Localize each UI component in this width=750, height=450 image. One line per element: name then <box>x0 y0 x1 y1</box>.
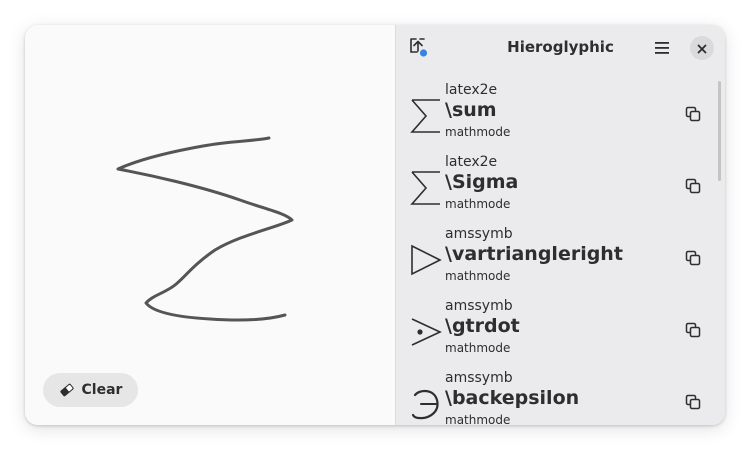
result-command: \sum <box>445 99 497 121</box>
vartriangleright-symbol-icon <box>408 240 444 280</box>
copy-button[interactable] <box>683 106 703 126</box>
result-mode: mathmode <box>445 197 511 211</box>
drawing-canvas[interactable]: Clear <box>25 25 395 425</box>
result-mode: mathmode <box>445 269 511 283</box>
result-row[interactable]: amssymb \backepsilon mathmode <box>396 370 725 425</box>
results-pane: Hieroglyphic latex2e \sum mathmode latex… <box>396 25 725 425</box>
eraser-icon <box>59 382 75 398</box>
result-command: \Sigma <box>445 171 519 193</box>
close-icon <box>697 39 707 58</box>
result-command: \backepsilon <box>445 387 580 409</box>
app-title: Hieroglyphic <box>507 38 614 56</box>
hamburger-menu-icon <box>654 40 670 59</box>
copy-icon <box>685 322 701 342</box>
main-menu-button[interactable] <box>650 37 674 61</box>
backepsilon-symbol-icon <box>408 384 444 424</box>
copy-button[interactable] <box>683 250 703 270</box>
sum-symbol-icon <box>408 168 444 208</box>
result-row[interactable]: amssymb \vartriangleright mathmode <box>396 226 725 298</box>
clear-button-label: Clear <box>81 382 123 398</box>
copy-icon <box>685 178 701 198</box>
result-package: amssymb <box>445 226 513 242</box>
result-package: amssymb <box>445 370 513 386</box>
result-mode: mathmode <box>445 413 511 425</box>
copy-button[interactable] <box>683 394 703 414</box>
headerbar: Hieroglyphic <box>396 25 725 71</box>
sum-symbol-icon <box>408 96 444 136</box>
result-mode: mathmode <box>445 125 511 139</box>
result-mode: mathmode <box>445 341 511 355</box>
clear-button[interactable]: Clear <box>43 373 138 407</box>
result-row[interactable]: amssymb \gtrdot mathmode <box>396 298 725 370</box>
symbol-results-list[interactable]: latex2e \sum mathmode latex2e \Sigma mat… <box>396 77 725 425</box>
result-command: \gtrdot <box>445 315 520 337</box>
app-window: Clear Hieroglyphic latex2e \sum mathmode… <box>25 25 725 425</box>
close-button[interactable] <box>690 36 714 60</box>
result-command: \vartriangleright <box>445 243 623 265</box>
result-package: latex2e <box>445 154 498 170</box>
sketch-stroke <box>116 136 294 322</box>
gtrdot-symbol-icon <box>408 312 444 352</box>
copy-button[interactable] <box>683 322 703 342</box>
result-row[interactable]: latex2e \Sigma mathmode <box>396 154 725 226</box>
copy-icon <box>685 250 701 270</box>
results-scrollbar[interactable] <box>718 81 721 181</box>
result-package: latex2e <box>445 82 498 98</box>
result-row[interactable]: latex2e \sum mathmode <box>396 82 725 154</box>
result-package: amssymb <box>445 298 513 314</box>
copy-icon <box>685 394 701 414</box>
copy-icon <box>685 106 701 126</box>
copy-button[interactable] <box>683 178 703 198</box>
